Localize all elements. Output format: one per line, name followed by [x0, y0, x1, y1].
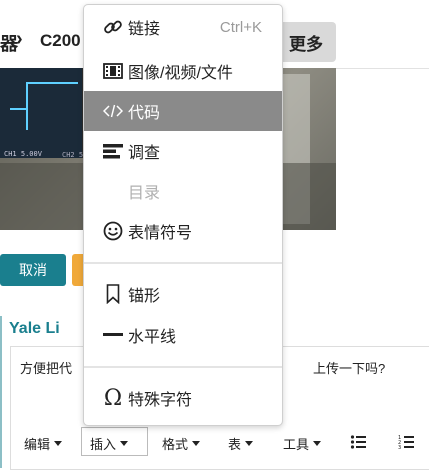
editor-text-left: 方便把代 [20, 361, 73, 376]
menu-item-link[interactable]: 链接 Ctrl+K [84, 7, 282, 47]
chevron-down-icon [313, 441, 322, 446]
menu-item-code[interactable]: 代码 [84, 91, 282, 131]
scope-screen: CH1 5.00V [0, 68, 85, 158]
menu-divider [84, 262, 282, 264]
bullet-list-icon[interactable] [350, 434, 366, 450]
svg-text:3: 3 [398, 445, 401, 450]
comment-indent-rule [0, 316, 2, 468]
editor-toolbar: 编辑 插入 格式 表 工具 1 2 3 [10, 424, 429, 460]
breadcrumb-separator-icon: › [16, 28, 23, 50]
toolbar-format-menu[interactable]: 格式 [162, 434, 201, 453]
toolbar-insert-menu[interactable]: 插入 [90, 434, 129, 453]
chevron-down-icon [54, 441, 63, 446]
menu-item-emoji[interactable]: 表情符号 [84, 211, 282, 251]
smiley-icon [102, 211, 124, 251]
toolbar-table-menu[interactable]: 表 [228, 434, 254, 453]
menu-item-toc: 目录 [128, 185, 161, 202]
horizontal-line-icon [102, 315, 124, 355]
more-button[interactable]: 更多 [276, 22, 336, 62]
shortcut-hint: Ctrl+K [219, 18, 262, 36]
omega-icon: Ω [103, 385, 123, 411]
toolbar-edit-menu[interactable]: 编辑 [24, 434, 63, 453]
editor-text-right: 上传一下吗? [313, 361, 386, 376]
menu-item-poll[interactable]: 调查 [84, 131, 282, 171]
toolbar-tools-menu[interactable]: 工具 [283, 434, 322, 453]
film-icon [102, 51, 124, 91]
chevron-down-icon [120, 441, 129, 446]
code-icon [102, 91, 124, 131]
comment-author[interactable]: Yale Li [9, 320, 60, 338]
numbered-list-icon[interactable]: 1 2 3 [398, 434, 414, 450]
insert-dropdown-menu: 链接 Ctrl+K 图像/视频/文件 代码 调查 目录 表情符号 锚形 水平线 … [83, 4, 283, 426]
menu-item-media[interactable]: 图像/视频/文件 [84, 51, 282, 91]
chevron-down-icon [192, 441, 201, 446]
menu-item-special-chars[interactable]: Ω 特殊字符 [84, 378, 282, 418]
cancel-button[interactable]: 取消 [0, 254, 66, 286]
menu-divider [84, 366, 282, 368]
menu-item-horizontal-line[interactable]: 水平线 [84, 315, 282, 355]
bookmark-icon [102, 274, 124, 314]
link-icon [102, 7, 124, 47]
poll-icon [102, 131, 124, 171]
page-title: C200 [40, 31, 81, 50]
menu-item-anchor[interactable]: 锚形 [84, 274, 282, 314]
scope-ch1-readout: CH1 5.00V [4, 150, 42, 158]
chevron-down-icon [245, 441, 254, 446]
